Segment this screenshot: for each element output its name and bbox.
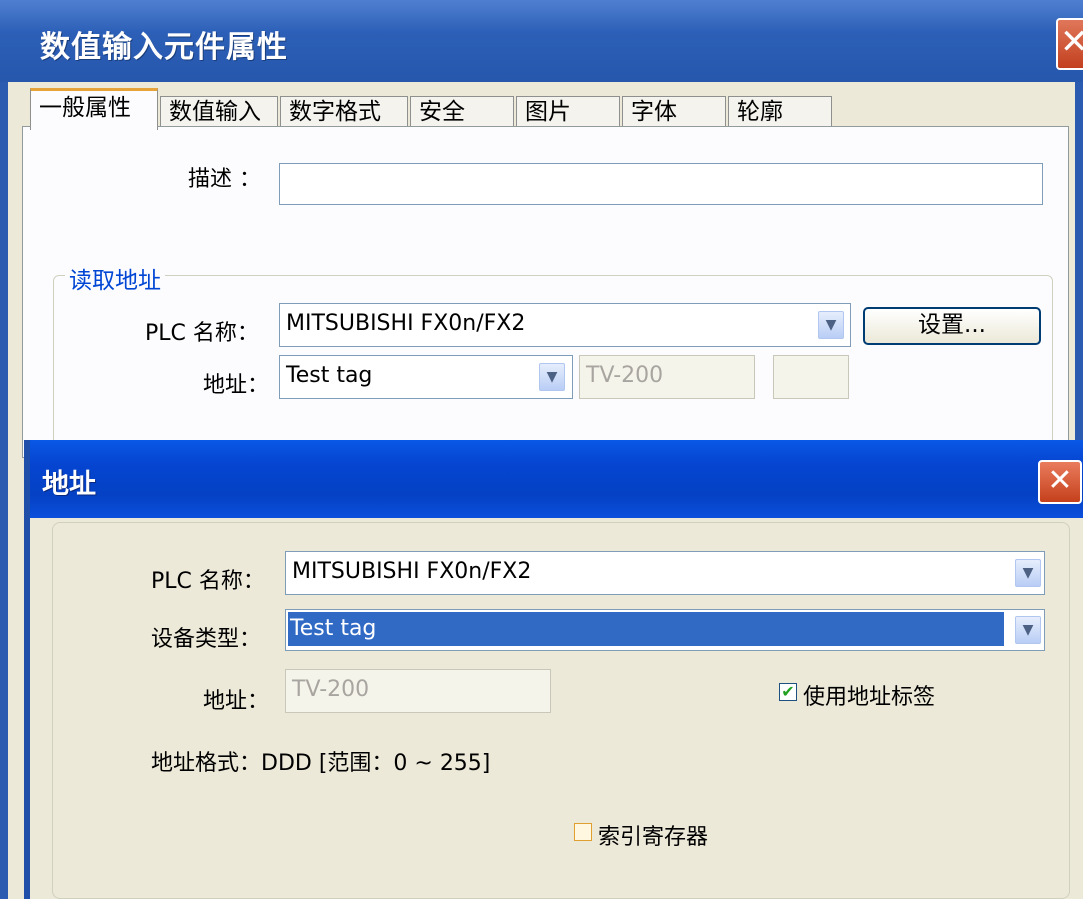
address-value: Test tag [286, 363, 373, 388]
plc-name-select[interactable]: MITSUBISHI FX0n/FX2 [279, 303, 851, 347]
title-bar: 数值输入元件属性 ✕ [0, 0, 1083, 82]
address-readonly-field: TV-200 [579, 355, 755, 399]
device-type-label: 设备类型： [151, 627, 262, 652]
general-tab-page: 描述 ： 读取地址 PLC 名称： MITSUBISHI FX0n/FX2 ▼ … [22, 126, 1069, 458]
device-type-value: Test tag [287, 611, 1005, 647]
address-dialog-title-bar: 地址 ✕ [30, 440, 1083, 518]
settings-button[interactable]: 设置... [863, 307, 1041, 345]
close-icon[interactable]: ✕ [1056, 18, 1083, 70]
tab-font[interactable]: 字体 [622, 96, 726, 126]
tab-security[interactable]: 安全 [410, 96, 514, 126]
address-format-text: 地址格式：DDD [范围：0 ~ 255] [151, 751, 491, 776]
address-settings-panel: PLC 名称： MITSUBISHI FX0n/FX2 ▼ 设备类型： Test… [52, 522, 1070, 899]
close-icon[interactable]: ✕ [1038, 460, 1082, 504]
description-input[interactable] [279, 163, 1043, 205]
description-label: 描述 ： [188, 167, 261, 192]
plc-name-label: PLC 名称： [145, 321, 259, 346]
plc-name-label: PLC 名称： [151, 569, 265, 594]
address-dialog-title: 地址 [42, 469, 96, 500]
tab-outline[interactable]: 轮廓 [728, 96, 832, 126]
address-dialog: 地址 ✕ PLC 名称： MITSUBISHI FX0n/FX2 ▼ 设备类型：… [24, 440, 1083, 899]
dialog-title: 数值输入元件属性 [40, 30, 288, 65]
device-type-select[interactable]: Test tag [285, 609, 1045, 651]
index-register-label: 索引寄存器 [598, 825, 709, 850]
chevron-down-icon[interactable]: ▼ [539, 363, 565, 391]
plc-name-select[interactable]: MITSUBISHI FX0n/FX2 [285, 551, 1045, 595]
read-address-group-title: 读取地址 [65, 261, 165, 295]
chevron-down-icon[interactable]: ▼ [1015, 559, 1041, 587]
use-address-tag-checkbox[interactable]: ✔ [779, 683, 797, 701]
address-select[interactable]: Test tag [279, 355, 573, 399]
address-extra-field [773, 355, 849, 399]
address-label: 地址： [203, 689, 270, 714]
index-register-checkbox[interactable] [574, 823, 592, 841]
chevron-down-icon[interactable]: ▼ [818, 311, 844, 339]
window-border-left [0, 82, 8, 899]
address-field: TV-200 [285, 669, 551, 713]
address-label: 地址： [203, 373, 270, 398]
use-address-tag-label: 使用地址标签 [803, 685, 936, 710]
tab-numeric-input[interactable]: 数值输入 [160, 96, 278, 126]
plc-name-value: MITSUBISHI FX0n/FX2 [286, 311, 526, 336]
tab-general[interactable]: 一般属性 [30, 88, 158, 130]
window-border-right [1075, 82, 1083, 442]
tab-number-format[interactable]: 数字格式 [280, 96, 408, 126]
plc-name-value: MITSUBISHI FX0n/FX2 [292, 559, 532, 584]
tab-picture[interactable]: 图片 [516, 96, 620, 126]
chevron-down-icon[interactable]: ▼ [1015, 616, 1041, 644]
